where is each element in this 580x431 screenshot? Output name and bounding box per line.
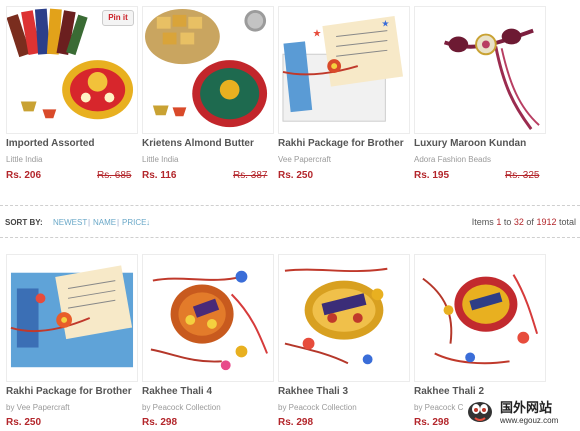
product-price: Rs. 116: [142, 170, 177, 181]
product-old-price: Rs. 685: [97, 170, 132, 181]
svg-text:★: ★: [381, 19, 389, 29]
watermark-text: 国外网站: [500, 401, 553, 416]
product-vendor[interactable]: Adora Fashion Beads: [414, 155, 491, 164]
product-price: Rs. 298: [142, 417, 178, 428]
product-card[interactable]: Rakhee Thali 3 by Peacock Collection Rs.…: [278, 254, 410, 431]
sort-label: SORT BY:: [5, 218, 43, 227]
product-vendor[interactable]: by Vee Papercraft: [6, 403, 70, 412]
product-price: Rs. 250: [6, 417, 42, 428]
sort-bar: SORT BY: NEWEST | NAME | PRICE ↓ Items 1…: [0, 214, 580, 234]
product-price: Rs. 195: [414, 170, 450, 181]
product-old-price: Rs. 325: [505, 170, 540, 181]
items-count: Items 1 to 32 of 1912 total: [472, 217, 576, 227]
svg-text:★: ★: [313, 29, 322, 40]
product-name[interactable]: Rakhee Thali 3: [278, 386, 348, 397]
product-card[interactable]: ★ ★ Rakhi Package for Brother Vee Paperc…: [278, 6, 410, 181]
product-image[interactable]: [414, 254, 546, 382]
site-watermark: 国外网站 www.egouz.com: [466, 395, 578, 429]
product-price: Rs. 298: [414, 417, 450, 428]
sort-newest-link[interactable]: NEWEST: [53, 218, 87, 227]
product-vendor[interactable]: by Peacock C: [414, 403, 463, 412]
product-old-price: Rs. 387: [233, 170, 268, 181]
product-price: Rs. 206: [6, 170, 42, 181]
product-image[interactable]: [278, 254, 410, 382]
product-card[interactable]: Rakhee Thali 4 by Peacock Collection Rs.…: [142, 254, 274, 431]
product-card[interactable]: Luxury Maroon Kundan Adora Fashion Beads…: [414, 6, 546, 181]
product-name[interactable]: Krietens Almond Butter: [142, 138, 254, 149]
product-image[interactable]: [6, 254, 138, 382]
items-prefix: Items: [471, 217, 494, 227]
product-vendor[interactable]: by Peacock Collection: [142, 403, 221, 412]
items-suffix: total: [558, 217, 576, 227]
product-vendor[interactable]: Little India: [6, 155, 42, 164]
product-vendor[interactable]: Little India: [142, 155, 178, 164]
sort-separator: |: [88, 218, 91, 227]
product-image[interactable]: [142, 254, 274, 382]
product-vendor[interactable]: Vee Papercraft: [278, 155, 331, 164]
product-name[interactable]: Rakhi Package for Brother: [278, 138, 404, 149]
product-image[interactable]: [142, 6, 274, 134]
product-name[interactable]: Rakhee Thali 4: [142, 386, 212, 397]
watermark-url: www.egouz.com: [500, 416, 559, 425]
divider: [0, 205, 580, 206]
product-image[interactable]: [414, 6, 546, 134]
product-price: Rs. 250: [278, 170, 314, 181]
product-name[interactable]: Rakhi Package for Brother: [6, 386, 132, 397]
items-total: 1912: [536, 217, 557, 227]
divider: [0, 237, 580, 238]
sort-direction-icon[interactable]: ↓: [146, 218, 150, 227]
product-price: Rs. 298: [278, 417, 314, 428]
product-card[interactable]: Rakhi Package for Brother by Vee Papercr…: [6, 254, 138, 431]
product-card[interactable]: Pin it Imported Assorted Little India Rs…: [6, 6, 138, 181]
items-to: 32: [513, 217, 524, 227]
pin-it-button[interactable]: Pin it: [102, 10, 134, 26]
product-image[interactable]: ★ ★: [278, 6, 410, 134]
sort-name-link[interactable]: NAME: [93, 218, 116, 227]
items-to-word: to: [503, 217, 512, 227]
product-name[interactable]: Imported Assorted: [6, 138, 95, 149]
product-name[interactable]: Luxury Maroon Kundan: [414, 138, 526, 149]
product-card[interactable]: Krietens Almond Butter Little India Rs. …: [142, 6, 274, 181]
items-from: 1: [496, 217, 502, 227]
product-vendor[interactable]: by Peacock Collection: [278, 403, 357, 412]
items-of-word: of: [526, 217, 534, 227]
sort-separator: |: [117, 218, 120, 227]
sort-price-link[interactable]: PRICE: [122, 218, 146, 227]
